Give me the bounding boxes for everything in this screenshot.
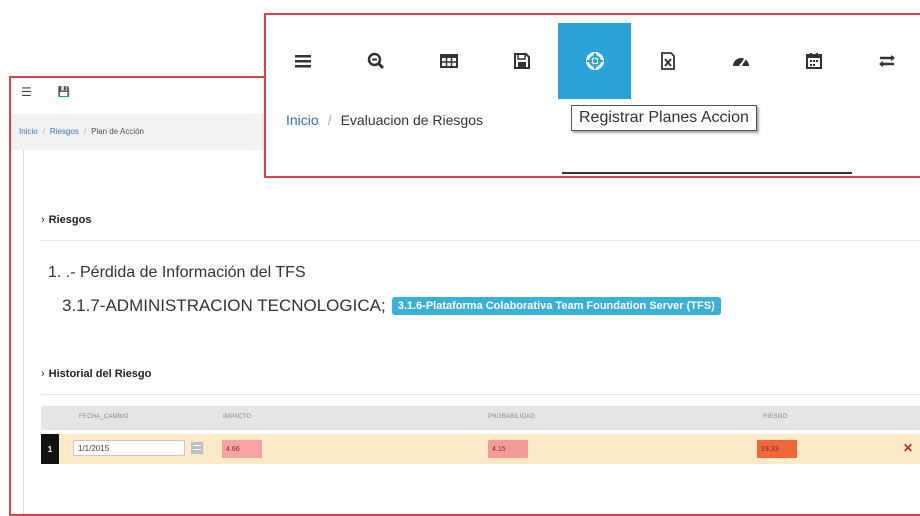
historial-title-label: Historial del Riesgo (48, 368, 152, 380)
breadcrumb-riesgos[interactable]: Riesgos (50, 127, 79, 136)
divider (562, 172, 852, 174)
table-row: 1 4.66 4.15 19.33 ✕ (41, 434, 920, 464)
menu-icon[interactable]: ☰ (21, 85, 32, 99)
riesgo-value: 19.33 (757, 440, 797, 458)
breadcrumb-inicio[interactable]: Inicio (19, 127, 38, 136)
calendar-button[interactable] (777, 23, 850, 99)
column-header-fecha: FECHA_CAMBIO (79, 414, 129, 420)
risk-title: 1. .- Pérdida de Información del TFS (48, 264, 306, 281)
calendar-icon (805, 53, 822, 69)
breadcrumb-inicio[interactable]: Inicio (286, 112, 319, 128)
table-icon (439, 54, 458, 68)
zoom-button[interactable] (339, 23, 412, 99)
callout-breadcrumb: Inicio / Evaluacion de Riesgos (286, 112, 483, 128)
tooltip: Registrar Planes Accion (571, 105, 757, 131)
probabilidad-value: 4.15 (488, 440, 528, 458)
excel-button[interactable] (631, 23, 704, 99)
riesgos-title-label: Riesgos (48, 214, 92, 226)
historial-section-title[interactable]: › Historial del Riesgo (41, 368, 151, 380)
swap-button[interactable] (850, 23, 920, 99)
breadcrumb-separator: / (83, 127, 87, 136)
menu-icon (294, 55, 311, 68)
column-header-impacto: IMPACTO (223, 414, 252, 420)
impacto-value: 4.66 (222, 440, 262, 458)
calendar-icon[interactable] (191, 442, 203, 454)
divider (41, 394, 920, 395)
life-ring-icon (585, 52, 604, 70)
breadcrumb-current: Evaluacion de Riesgos (340, 112, 483, 128)
row-number: 1 (41, 434, 59, 464)
table-button[interactable] (412, 23, 485, 99)
dashboard-icon (732, 58, 749, 67)
main-content: › Riesgos 1. .- Pérdida de Información de… (23, 150, 920, 514)
swap-icon (878, 55, 895, 67)
dashboard-button[interactable] (704, 23, 777, 99)
divider (41, 240, 920, 241)
breadcrumb-separator: / (327, 112, 332, 128)
chevron-right-icon: › (41, 368, 45, 380)
history-table: FECHA_CAMBIO IMPACTO PROBABILIDAD RIESGO… (41, 406, 920, 476)
toolbar-callout: Inicio / Evaluacion de Riesgos Registrar P… (264, 13, 920, 178)
delete-icon[interactable]: ✕ (903, 441, 913, 455)
column-header-probabilidad: PROBABILIDAD (488, 414, 535, 420)
breadcrumb-separator: / (42, 127, 45, 136)
risk-badge: 3.1.6-Plataforma Colaborativa Team Found… (391, 297, 721, 315)
fecha-cambio-input[interactable] (73, 440, 185, 456)
excel-icon (660, 52, 675, 70)
riesgos-section-title[interactable]: › Riesgos (41, 214, 91, 226)
zoom-icon (367, 52, 384, 70)
table-header: FECHA_CAMBIO IMPACTO PROBABILIDAD RIESGO (41, 406, 920, 430)
chevron-right-icon: › (41, 214, 45, 226)
column-header-riesgo: RIESGO (763, 414, 788, 420)
risk-category: 3.1.7-ADMINISTRACION TECNOLOGICA; 3.1.6-P… (62, 296, 721, 316)
toolbar (266, 23, 920, 99)
save-icon (513, 53, 530, 69)
save-button[interactable] (485, 23, 558, 99)
save-icon[interactable]: 💾 (58, 87, 70, 98)
risk-category-text: 3.1.7-ADMINISTRACION TECNOLOGICA; (62, 296, 386, 315)
breadcrumb-current: Plan de Acción (91, 127, 144, 136)
registrar-planes-button[interactable] (558, 23, 631, 99)
menu-button[interactable] (266, 23, 339, 99)
